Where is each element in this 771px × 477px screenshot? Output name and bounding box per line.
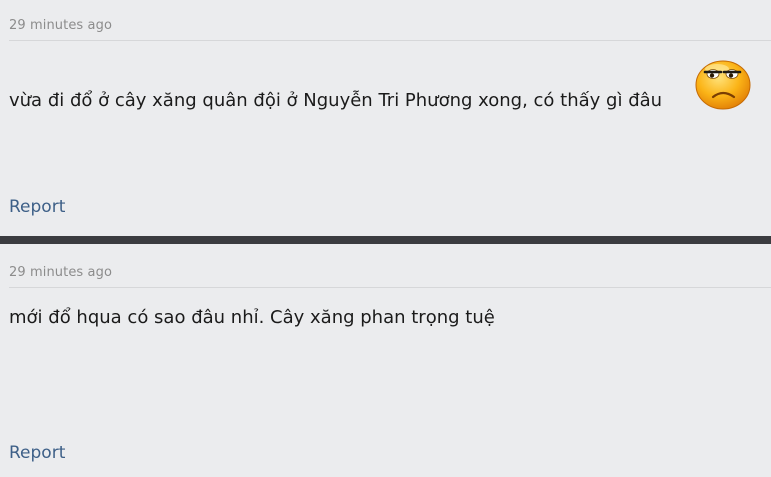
post-timestamp: 29 minutes ago <box>9 18 113 33</box>
post-body: mới đổ hqua có sao đâu nhỉ. Cây xăng pha… <box>9 307 495 328</box>
report-link[interactable]: Report <box>9 443 65 463</box>
divider <box>9 40 771 41</box>
comment-post: 29 minutes ago vừa đi đổ ở cây xăng quân… <box>0 0 771 236</box>
post-separator <box>0 236 771 244</box>
post-timestamp: 29 minutes ago <box>9 265 113 280</box>
divider <box>9 287 771 288</box>
report-link[interactable]: Report <box>9 197 65 217</box>
post-body: vừa đi đổ ở cây xăng quân đội ở Nguyễn T… <box>9 90 663 111</box>
unamused-face-icon <box>695 60 751 110</box>
comment-post: 29 minutes ago mới đổ hqua có sao đâu nh… <box>0 244 771 477</box>
